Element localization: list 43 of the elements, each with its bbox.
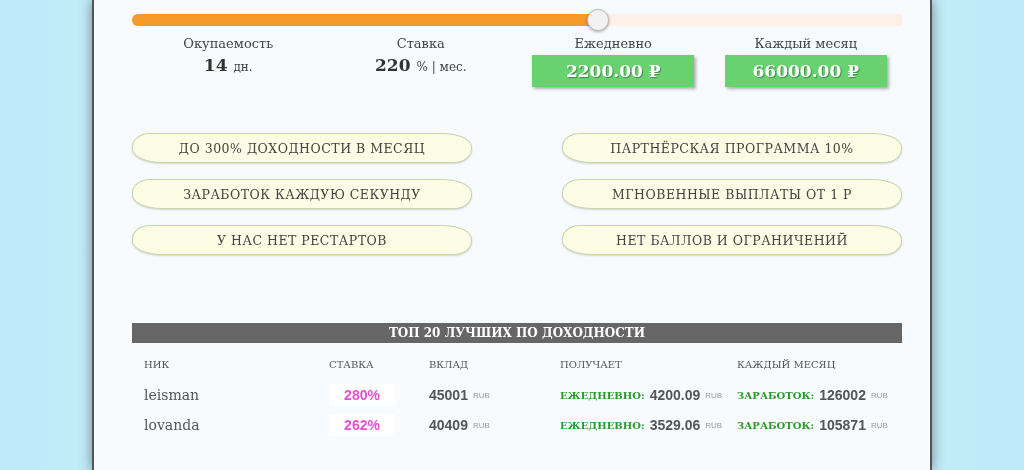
stat-label: Ежедневно xyxy=(574,36,652,51)
monthly-value: 126002 xyxy=(819,387,866,403)
table-title: ТОП 20 ЛУЧШИХ ПО ДОХОДНОСТИ xyxy=(132,323,902,343)
slider-thumb[interactable] xyxy=(586,9,609,31)
stat-value: 2200.00 ₽ xyxy=(532,55,695,87)
feature-label: ЗАРАБОТОК КАЖДУЮ СЕКУНДУ xyxy=(132,179,472,209)
currency-label: RUB xyxy=(472,390,490,400)
rate-badge: 262% xyxy=(329,414,395,436)
table-cell-text: lovanda xyxy=(144,416,201,435)
stat-label: Ставка xyxy=(396,36,445,51)
stat-label: Каждый месяц xyxy=(754,36,858,51)
deposit-value: 45001 xyxy=(429,387,468,403)
feature-label: ДО 300% ДОХОДНОСТИ В МЕСЯЦ xyxy=(132,133,472,163)
feature-label: ПАРТНЁРСКАЯ ПРОГРАММА 10% xyxy=(562,133,902,163)
currency-label: RUB xyxy=(705,390,723,400)
column-header: ВКЛАД xyxy=(429,358,470,372)
daily-label: ЕЖЕДНЕВНО: xyxy=(560,389,645,401)
daily-value: 4200.09 xyxy=(649,387,701,403)
stat-value: 220 xyxy=(374,55,411,75)
daily-value: 3529.06 xyxy=(649,417,701,433)
column-header: КАЖДЫЙ МЕСЯЦ xyxy=(737,358,837,372)
stat-label: Окупаемость xyxy=(183,36,274,51)
currency-label: RUB xyxy=(472,420,490,430)
monthly-value: 105871 xyxy=(819,417,866,433)
earnings-label: ЗАРАБОТОК: xyxy=(737,389,815,401)
stat-value: 66000.00 ₽ xyxy=(724,55,887,87)
column-header: НИК xyxy=(144,358,171,372)
stat-value: 14 xyxy=(203,55,228,75)
table-cell-text: leisman xyxy=(144,386,201,405)
column-header: СТАВКА xyxy=(329,358,375,372)
column-header: ПОЛУЧАЕТ xyxy=(560,358,623,372)
feature-label: МГНОВЕННЫЕ ВЫПЛАТЫ ОТ 1 Р xyxy=(562,179,902,209)
daily-label: ЕЖЕДНЕВНО: xyxy=(560,419,645,431)
currency-label: RUB xyxy=(705,420,723,430)
feature-label: У НАС НЕТ РЕСТАРТОВ xyxy=(132,225,472,255)
rate-badge: 280% xyxy=(329,384,395,406)
deposit-value: 40409 xyxy=(429,417,468,433)
feature-label: НЕТ БАЛЛОВ И ОГРАНИЧЕНИЙ xyxy=(562,225,902,255)
earnings-label: ЗАРАБОТОК: xyxy=(737,419,815,431)
stat-unit: % | мес. xyxy=(416,60,467,74)
stat-unit: дн. xyxy=(233,60,253,74)
currency-label: RUB xyxy=(870,420,888,430)
currency-label: RUB xyxy=(870,390,888,400)
